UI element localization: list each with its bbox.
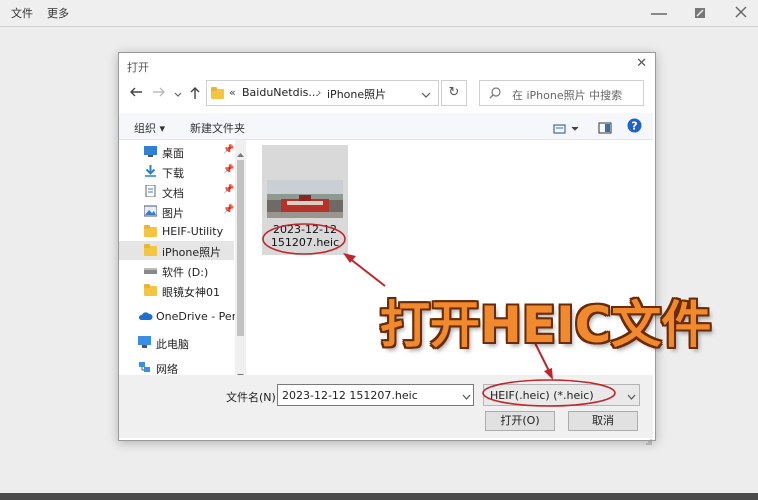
folder-icon [211,87,224,102]
filename-label: 文件名(N): [226,391,280,404]
open-button[interactable]: 打开(O) [485,411,555,431]
document-icon [144,184,157,198]
search-input[interactable]: 在 iPhone照片 中搜索 [479,80,644,106]
filename-field[interactable]: 2023-12-12 151207.heic [277,384,474,406]
sidebar-item-documents[interactable]: 文档 📌 [119,182,234,201]
sidebar-item-onedrive[interactable]: OneDrive - Perso [119,307,246,326]
forward-arrow-icon[interactable] [152,86,166,102]
picture-icon [143,205,158,217]
app-titlebar: 文件 更多 [0,0,758,27]
folder-icon [144,284,157,296]
breadcrumb-baidunetdisk[interactable]: BaiduNetdis... [242,86,319,99]
up-arrow-icon[interactable] [189,86,201,104]
sidebar-item-downloads[interactable]: 下载 📌 [119,162,234,181]
cloud-icon [138,310,153,322]
recent-chevron-icon[interactable] [174,88,182,103]
navigation-pane: 桌面 📌 下载 📌 文档 📌 图片 📌 HEIF-Utility iPhone照… [119,140,246,374]
command-bar: 组织 ▾ 新建文件夹 ? [119,113,653,140]
sidebar-item-pictures[interactable]: 图片 📌 [119,202,234,221]
menu-more[interactable]: 更多 [47,5,69,21]
sidebar-item-glasses-folder[interactable]: 眼镜女神01 [119,281,234,300]
bottom-strip [0,493,758,500]
file-name-caption: 2023-12-12 151207.heic [270,223,340,249]
dialog-title: 打开 [127,61,149,74]
address-bar[interactable]: « BaiduNetdis... › iPhone照片 [206,80,439,106]
search-placeholder: 在 iPhone照片 中搜索 [512,89,623,102]
network-icon [138,361,151,373]
sidebar-item-heif-utility[interactable]: HEIF-Utility [119,222,234,241]
sidebar-item-drive-d[interactable]: 软件 (D:) [119,261,234,280]
minimize-icon[interactable] [647,3,671,23]
filename-dropdown-icon[interactable] [462,391,471,404]
file-item-heic[interactable]: 2023-12-12 151207.heic [262,145,348,255]
cancel-button[interactable]: 取消 [568,411,638,431]
resize-grip-icon[interactable] [645,430,652,449]
nav-scrollbar-thumb[interactable] [237,160,244,336]
dialog-footer: 文件名(N): 2023-12-12 151207.heic HEIF(.hei… [119,375,653,445]
close-icon[interactable] [729,3,753,23]
pin-icon: 📌 [223,165,235,175]
chevron-down-icon[interactable] [627,391,636,404]
filetype-select[interactable]: HEIF(.heic) (*.heic) [483,384,640,406]
sidebar-item-iphone-photos[interactable]: iPhone照片 [119,241,234,260]
open-file-dialog: 打开 ✕ « BaiduNetdis... › iPhone照片 ↻ 在 iPh… [118,52,656,445]
preview-pane-icon[interactable] [598,119,612,138]
download-icon [144,165,157,177]
address-dropdown-icon[interactable] [421,89,431,102]
back-arrow-icon[interactable] [129,86,143,102]
new-folder-button[interactable]: 新建文件夹 [190,120,245,136]
folder-icon [144,225,157,237]
annotation-headline: 打开HEIC文件 [380,296,712,354]
sidebar-item-this-pc[interactable]: 此电脑 [119,333,234,352]
breadcrumb-prefix: « [229,86,236,99]
view-options-icon[interactable] [553,120,581,139]
file-thumbnail-image [267,180,343,218]
sidebar-item-network[interactable]: 网络 [119,358,234,374]
nav-scrollbar[interactable] [235,140,246,378]
restore-icon[interactable] [688,3,712,23]
computer-icon [138,336,151,348]
folder-icon [144,244,157,256]
breadcrumb-separator-icon: › [317,86,322,99]
pin-icon: 📌 [223,205,235,215]
menu-file[interactable]: 文件 [11,5,33,21]
help-icon[interactable]: ? [627,118,642,137]
refresh-icon[interactable]: ↻ [441,80,467,106]
breadcrumb-iphone-photos[interactable]: iPhone照片 [327,86,386,102]
dialog-close-icon[interactable]: ✕ [636,56,647,71]
svg-text:?: ? [631,120,637,133]
organize-button[interactable]: 组织 ▾ [134,120,165,136]
desktop-icon [144,145,157,157]
search-icon [489,87,501,102]
drive-icon [144,264,157,276]
pin-icon: 📌 [223,185,235,195]
pin-icon: 📌 [223,145,235,155]
sidebar-item-desktop[interactable]: 桌面 📌 [119,142,234,161]
